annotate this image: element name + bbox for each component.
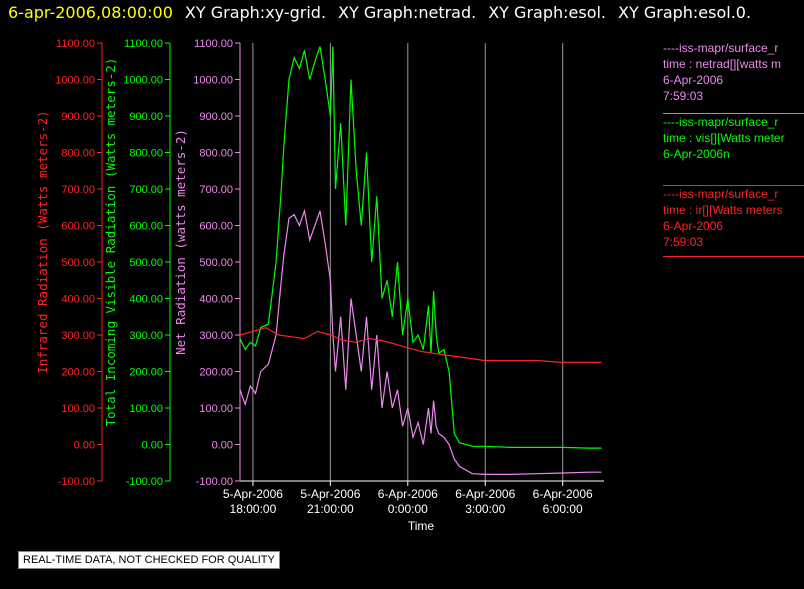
x-tick-label-1-0: 5-Apr-2006 (300, 487, 360, 501)
y-tick-label-infrared-1: 1000.00 (55, 75, 95, 87)
y-tick-label-visible-7: 400.00 (129, 294, 163, 306)
legend-ir-source: ----iss-mapr/surface_r (663, 187, 779, 201)
y-tick-label-visible-8: 300.00 (129, 330, 163, 342)
y-tick-label-infrared-11: 0.00 (74, 440, 95, 452)
y-tick-label-net-0: 1100.00 (194, 38, 233, 50)
y-tick-label-infrared-0: 1100.00 (56, 38, 95, 50)
y-axis-label-infrared: Infrared Radiation (Watts meters-2) (35, 110, 50, 373)
x-tick-label-0-0: 5-Apr-2006 (223, 487, 283, 501)
y-tick-label-visible-5: 600.00 (129, 221, 163, 233)
y-tick-label-net-10: 100.00 (199, 403, 233, 415)
y-tick-label-infrared-10: 100.00 (61, 403, 95, 415)
y-tick-label-infrared-2: 900.00 (61, 111, 95, 123)
y-tick-label-infrared-5: 600.00 (61, 221, 95, 233)
y-tick-label-visible-4: 700.00 (129, 184, 163, 196)
legend-netrad-variable: time : netrad[][watts m (663, 57, 782, 71)
y-tick-label-net-9: 200.00 (199, 367, 233, 379)
y-tick-label-net-3: 800.00 (199, 148, 233, 160)
y-tick-label-net-4: 700.00 (199, 184, 233, 196)
y-tick-label-visible-11: 0.00 (142, 440, 163, 452)
y-tick-label-infrared-12: -100.00 (58, 476, 95, 488)
x-tick-label-4-1: 6:00:00 (543, 502, 583, 516)
series-visible-radiation (239, 46, 602, 449)
y-tick-label-net-8: 300.00 (199, 330, 233, 342)
legend-netrad-source: ----iss-mapr/surface_r (663, 41, 779, 55)
y-tick-label-net-2: 900.00 (199, 111, 233, 123)
legend-vis-source: ----iss-mapr/surface_r (663, 115, 779, 129)
data-quality-note: REAL-TIME DATA, NOT CHECKED FOR QUALITY (18, 551, 280, 569)
legend-netrad-date: 6-Apr-2006 (663, 73, 724, 87)
x-tick-label-0-1: 18:00:00 (230, 502, 277, 516)
y-tick-label-net-7: 400.00 (199, 294, 233, 306)
y-tick-label-net-5: 600.00 (199, 221, 233, 233)
y-tick-label-visible-6: 500.00 (129, 257, 163, 269)
x-tick-label-1-1: 21:00:00 (307, 502, 354, 516)
y-tick-label-infrared-3: 800.00 (61, 148, 95, 160)
x-tick-label-2-1: 0:00:00 (388, 502, 428, 516)
y-axis-label-net: Net Radiation (watts meters-2) (173, 129, 188, 355)
x-tick-label-4-0: 6-Apr-2006 (533, 487, 593, 501)
y-tick-label-net-11: 0.00 (212, 440, 233, 452)
x-tick-label-3-0: 6-Apr-2006 (455, 487, 515, 501)
y-tick-label-visible-2: 900.00 (129, 111, 163, 123)
y-tick-label-net-6: 500.00 (199, 257, 233, 269)
legend-divider-3 (663, 256, 804, 257)
legend-ir-variable: time : ir[][Watts meters (663, 203, 783, 217)
y-tick-label-visible-1: 1000.00 (123, 75, 163, 87)
y-tick-label-visible-3: 800.00 (129, 148, 163, 160)
x-axis-label: Time (408, 519, 435, 533)
y-tick-label-visible-9: 200.00 (129, 367, 163, 379)
x-tick-label-3-1: 3:00:00 (465, 502, 505, 516)
y-axis-label-visible: Total Incoming Visible Radiation (Watts … (103, 58, 118, 427)
series-infrared-radiation (239, 327, 602, 363)
x-tick-label-2-0: 6-Apr-2006 (378, 487, 438, 501)
legend-netrad: ----iss-mapr/surface_r time : netrad[][w… (663, 40, 804, 104)
y-tick-label-infrared-9: 200.00 (61, 367, 95, 379)
y-tick-label-infrared-6: 500.00 (61, 257, 95, 269)
y-tick-label-net-1: 1000.00 (193, 75, 233, 87)
y-tick-label-visible-0: 1100.00 (124, 38, 163, 50)
legend-vis-date: 6-Apr-2006n (663, 147, 730, 161)
y-tick-label-infrared-8: 300.00 (61, 330, 95, 342)
legend-ir: ----iss-mapr/surface_r time : ir[][Watts… (663, 186, 804, 250)
y-tick-label-infrared-4: 700.00 (61, 184, 95, 196)
legend-ir-date: 6-Apr-2006 (663, 219, 724, 233)
y-tick-label-infrared-7: 400.00 (61, 294, 95, 306)
legend-netrad-time: 7:59:03 (663, 89, 704, 103)
legend-vis-variable: time : vis[][Watts meter (663, 131, 785, 145)
legend-vis: ----iss-mapr/surface_r time : vis[][Watt… (663, 114, 804, 162)
y-tick-label-visible-12: -100.00 (126, 476, 163, 488)
legend-ir-time: 7:59:03 (663, 235, 704, 249)
y-tick-label-net-12: -100.00 (196, 476, 233, 488)
y-tick-label-visible-10: 100.00 (129, 403, 163, 415)
